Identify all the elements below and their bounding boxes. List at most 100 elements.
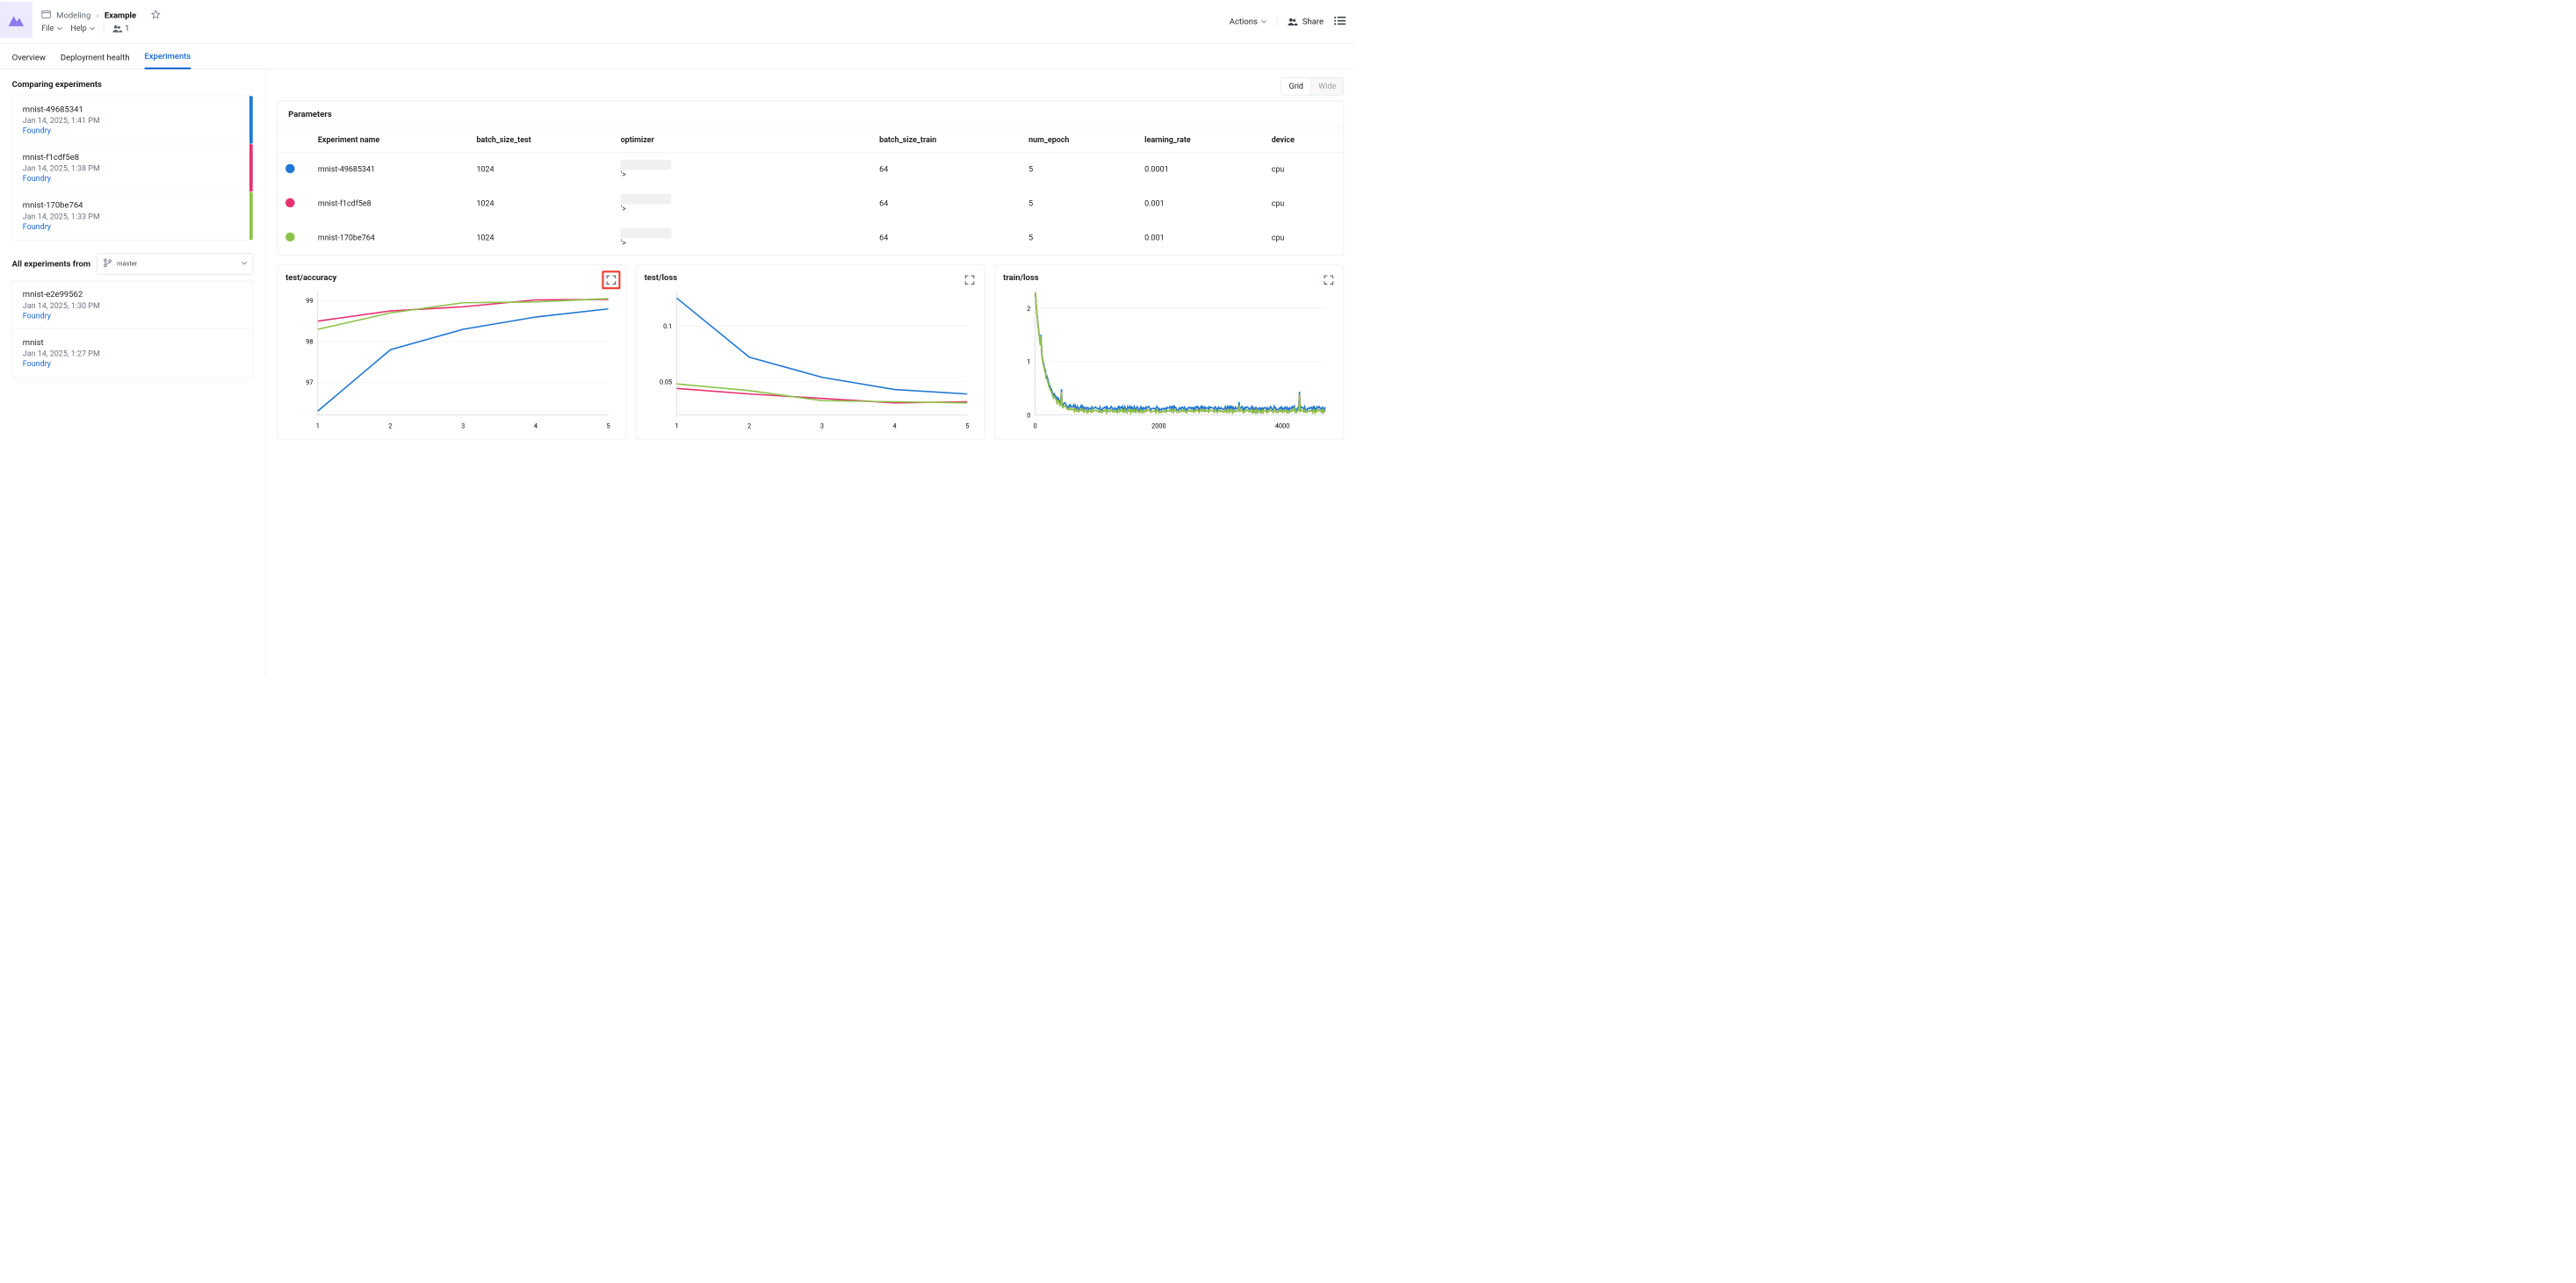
outline-icon[interactable] bbox=[1334, 16, 1346, 28]
toggle-wide[interactable]: Wide bbox=[1311, 78, 1344, 95]
actions-menu[interactable]: Actions bbox=[1230, 17, 1267, 26]
window-icon bbox=[41, 11, 51, 21]
sidebar: Comparing experiments mnist-49685341 Jan… bbox=[0, 69, 265, 675]
svg-text:2: 2 bbox=[1027, 305, 1030, 313]
svg-text:2: 2 bbox=[388, 422, 392, 429]
users-icon bbox=[112, 25, 123, 32]
table-row: mnist-170be7641024'>6450.001cpu bbox=[278, 220, 1344, 255]
experiment-name: mnist-f1cdf5e8 bbox=[23, 153, 242, 162]
comparing-title: Comparing experiments bbox=[12, 79, 254, 89]
color-stripe bbox=[249, 96, 253, 143]
breadcrumb: Modeling › Example bbox=[41, 10, 1229, 21]
viewers-count[interactable]: 1 bbox=[112, 24, 130, 33]
menu-file[interactable]: File bbox=[41, 24, 62, 33]
experiment-card[interactable]: mnist-170be764 Jan 14, 2025, 1:33 PM Fou… bbox=[12, 192, 253, 240]
parameters-panel: Parameters Experiment name batch_size_te… bbox=[277, 101, 1344, 256]
tabs-bar: Overview Deployment health Experiments bbox=[0, 43, 1355, 68]
cell-batch-size-test: 1024 bbox=[468, 152, 612, 186]
col-optimizer: optimizer bbox=[612, 128, 871, 153]
chart-body: 012020004000 bbox=[1003, 286, 1335, 434]
branch-select[interactable]: master bbox=[97, 253, 253, 274]
chart-title: test/accuracy bbox=[285, 272, 617, 282]
svg-text:1: 1 bbox=[1027, 358, 1030, 366]
breadcrumb-current: Example bbox=[105, 11, 136, 20]
table-row: mnist-496853411024'>6450.0001cpu bbox=[278, 152, 1344, 186]
breadcrumb-sep: › bbox=[97, 11, 99, 20]
svg-text:4000: 4000 bbox=[1275, 422, 1290, 429]
chart-title: train/loss bbox=[1003, 272, 1335, 282]
cell-experiment-name: mnist-f1cdf5e8 bbox=[309, 187, 468, 221]
chart-title: test/loss bbox=[645, 272, 977, 282]
cell-batch-size-test: 1024 bbox=[468, 187, 612, 221]
col-batch-size-train: batch_size_train bbox=[871, 128, 1021, 153]
experiment-card[interactable]: mnist-49685341 Jan 14, 2025, 1:41 PM Fou… bbox=[12, 96, 253, 144]
menu-help[interactable]: Help bbox=[70, 24, 95, 33]
mountain-icon bbox=[6, 10, 26, 30]
cell-experiment-name: mnist-49685341 bbox=[309, 152, 468, 186]
cell-learning-rate: 0.001 bbox=[1136, 187, 1264, 221]
experiment-name: mnist bbox=[23, 338, 242, 348]
svg-text:0.05: 0.05 bbox=[660, 378, 672, 386]
col-num-epoch: num_epoch bbox=[1021, 128, 1136, 153]
svg-text:5: 5 bbox=[607, 422, 610, 429]
svg-text:99: 99 bbox=[306, 297, 313, 305]
svg-text:3: 3 bbox=[461, 422, 465, 429]
col-batch-size-test: batch_size_test bbox=[468, 128, 612, 153]
cell-learning-rate: 0.001 bbox=[1136, 220, 1264, 255]
cell-device: cpu bbox=[1263, 187, 1343, 221]
caret-down-icon bbox=[57, 24, 62, 33]
toggle-grid[interactable]: Grid bbox=[1281, 78, 1311, 95]
experiment-name: mnist-170be764 bbox=[23, 200, 242, 210]
experiment-time: Jan 14, 2025, 1:33 PM bbox=[23, 212, 242, 221]
top-toolbar: Modeling › Example File Help 1 bbox=[0, 0, 1355, 43]
experiment-time: Jan 14, 2025, 1:38 PM bbox=[23, 164, 242, 174]
tab-experiments[interactable]: Experiments bbox=[144, 45, 191, 69]
experiment-card[interactable]: mnist Jan 14, 2025, 1:27 PM Foundry bbox=[12, 329, 253, 377]
svg-text:0.1: 0.1 bbox=[663, 322, 672, 330]
color-stripe bbox=[249, 192, 253, 240]
cell-optimizer: '> bbox=[612, 187, 871, 221]
experiment-name: mnist-49685341 bbox=[23, 105, 242, 114]
star-icon[interactable] bbox=[151, 10, 161, 21]
experiment-source[interactable]: Foundry bbox=[23, 174, 242, 184]
parameters-title: Parameters bbox=[278, 101, 1344, 128]
chart-train-loss: train/loss 012020004000 bbox=[994, 264, 1344, 439]
tab-overview[interactable]: Overview bbox=[12, 47, 46, 69]
view-toggle: Grid Wide bbox=[1281, 77, 1344, 95]
experiment-source[interactable]: Foundry bbox=[23, 126, 242, 136]
svg-text:5: 5 bbox=[965, 422, 969, 429]
experiment-time: Jan 14, 2025, 1:41 PM bbox=[23, 116, 242, 126]
svg-text:1: 1 bbox=[316, 422, 320, 429]
experiment-source[interactable]: Foundry bbox=[23, 312, 242, 321]
col-experiment: Experiment name bbox=[309, 128, 468, 153]
experiment-source[interactable]: Foundry bbox=[23, 359, 242, 369]
cell-device: cpu bbox=[1263, 152, 1343, 186]
cell-batch-size-train: 64 bbox=[871, 152, 1021, 186]
cell-num-epoch: 5 bbox=[1021, 220, 1136, 255]
tab-deployment-health[interactable]: Deployment health bbox=[61, 47, 130, 69]
color-stripe bbox=[249, 144, 253, 191]
experiment-card[interactable]: mnist-e2e99562 Jan 14, 2025, 1:30 PM Fou… bbox=[12, 281, 253, 329]
people-icon bbox=[1288, 17, 1298, 26]
row-color-dot bbox=[278, 187, 310, 221]
experiment-source[interactable]: Foundry bbox=[23, 222, 242, 232]
cell-batch-size-test: 1024 bbox=[468, 220, 612, 255]
cell-device: cpu bbox=[1263, 220, 1343, 255]
svg-text:97: 97 bbox=[306, 378, 313, 386]
table-row: mnist-f1cdf5e81024'>6450.001cpu bbox=[278, 187, 1344, 221]
chart-body: 97989912345 bbox=[285, 286, 617, 434]
content: Grid Wide Parameters Experiment name bat… bbox=[265, 69, 1354, 675]
app-icon[interactable] bbox=[0, 2, 32, 38]
chart-test-accuracy: test/accuracy 97989912345 bbox=[277, 264, 626, 439]
svg-text:1: 1 bbox=[675, 422, 678, 429]
share-button[interactable]: Share bbox=[1288, 17, 1324, 26]
experiment-card[interactable]: mnist-f1cdf5e8 Jan 14, 2025, 1:38 PM Fou… bbox=[12, 144, 253, 192]
svg-text:2000: 2000 bbox=[1151, 422, 1166, 429]
breadcrumb-parent[interactable]: Modeling bbox=[56, 11, 90, 20]
experiment-name: mnist-e2e99562 bbox=[23, 290, 242, 299]
svg-text:3: 3 bbox=[820, 422, 824, 429]
svg-text:4: 4 bbox=[534, 422, 538, 429]
cell-experiment-name: mnist-170be764 bbox=[309, 220, 468, 255]
caret-down-icon bbox=[1261, 17, 1266, 26]
parameters-table: Experiment name batch_size_test optimize… bbox=[278, 128, 1344, 256]
